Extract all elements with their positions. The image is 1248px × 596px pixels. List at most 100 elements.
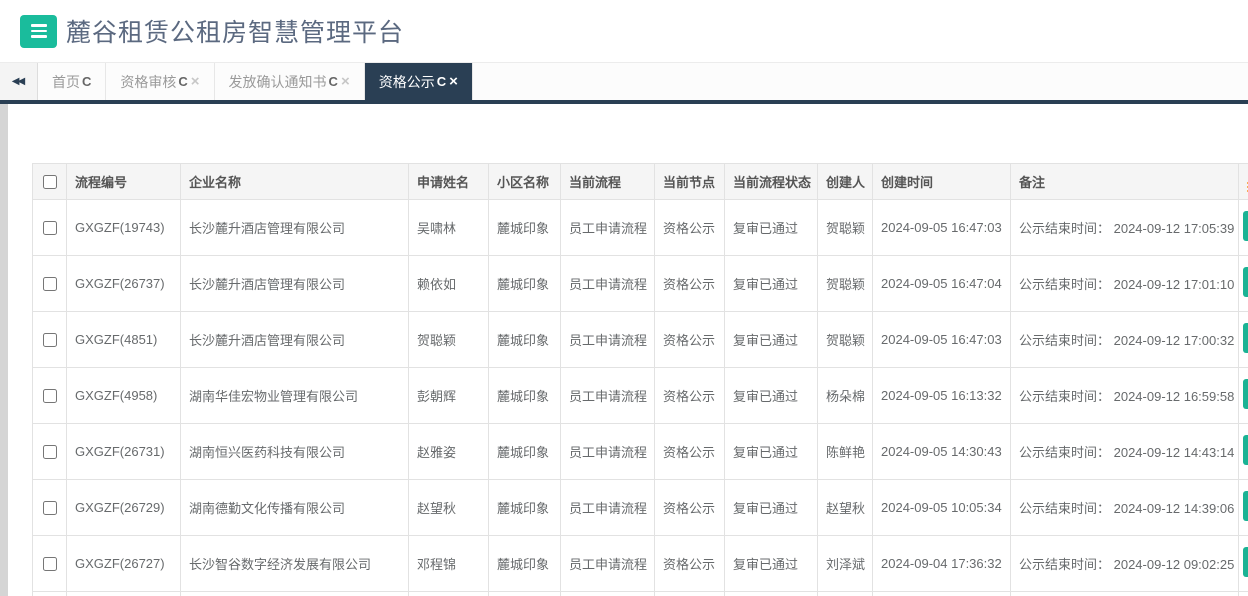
cell-applicant: 赖依如 [408, 255, 489, 312]
cell-actions [1238, 255, 1248, 312]
cell-company: 长沙麓升酒店管理有限公司 [180, 255, 409, 312]
refresh-icon[interactable]: C [437, 74, 446, 89]
row-checkbox[interactable] [42, 501, 57, 516]
cell-flow: 员工申请流程 [560, 367, 655, 424]
row-checkbox[interactable] [42, 557, 57, 572]
tab-1[interactable]: 首页 C [38, 63, 107, 100]
tab-4[interactable]: 资格公示 C × [364, 63, 473, 100]
cell-remark: 公示结束时间： 2024-09-12 16:59:58 [1010, 367, 1239, 424]
close-icon[interactable]: × [191, 73, 200, 90]
collapsed-sidebar-strip [0, 104, 8, 596]
row-action-button[interactable] [1243, 323, 1248, 353]
cell-community: 麓城印象 [488, 199, 561, 256]
tab-2[interactable]: 资格审核 C × [106, 63, 215, 100]
column-header: 流程编号 [66, 163, 181, 200]
cell-applicant: 彭朝辉 [408, 367, 489, 424]
cell-created: 2024-09-05 16:47:03 [872, 311, 1011, 368]
hamburger-bar [30, 35, 47, 38]
cell-company: 湖南恒兴医药科技有限公司 [180, 423, 409, 480]
table-header-row: 流程编号 企业名称 申请姓名 小区名称 当前流程 当前节点 当前流程状态 创建人 创建时间 备注 [32, 163, 1248, 200]
cell-company: 长沙智谷数字经济发展有限公司 [180, 535, 409, 592]
row-checkbox-cell [32, 199, 67, 256]
tab-3[interactable]: 发放确认通知书 C × [215, 63, 365, 100]
cell-applicant: 吴啸林 [408, 199, 489, 256]
cell-empty [180, 591, 409, 596]
cell-creator: 杨朵棉 [817, 367, 873, 424]
cell-community: 麓城印象 [488, 367, 561, 424]
cell-empty [560, 591, 655, 596]
close-icon[interactable]: × [449, 73, 458, 90]
cell-remark: 公示结束时间： 2024-09-12 14:39:06 [1010, 479, 1239, 536]
main-content: 流程编号 企业名称 申请姓名 小区名称 当前流程 当前节点 当前流程状态 创建人 创建时间 备注 … [0, 104, 1248, 596]
cell-empty [1238, 591, 1248, 596]
row-action-button[interactable] [1243, 547, 1248, 577]
app-header: 麓谷租赁公租房智慧管理平台 [0, 0, 1248, 62]
tab-label: 首页 [52, 73, 80, 90]
table-row: GXGZF(4851) 长沙麓升酒店管理有限公司 贺聪颖 麓城印象 员工申请流程 资格公示… [32, 311, 1248, 368]
column-header: 企业名称 [180, 163, 409, 200]
cell-node: 资格公示 [654, 199, 725, 256]
row-checkbox[interactable] [42, 221, 57, 236]
page-title: 麓谷租赁公租房智慧管理平台 [66, 19, 405, 47]
cell-id: GXGZF(26731) [66, 423, 181, 480]
cell-id: GXGZF(26727) [66, 535, 181, 592]
table-row: GXGZF(19743) 长沙麓升酒店管理有限公司 吴啸林 麓城印象 员工申请流程 资格公… [32, 199, 1248, 256]
cell-id: GXGZF(19743) [66, 199, 181, 256]
cell-empty [724, 591, 818, 596]
close-icon[interactable]: × [341, 73, 350, 90]
column-header: 申请姓名 [408, 163, 489, 200]
cell-community: 麓城印象 [488, 479, 561, 536]
cell-community: 麓城印象 [488, 255, 561, 312]
column-header: 备注 [1010, 163, 1239, 200]
cell-company: 湖南德勤文化传播有限公司 [180, 479, 409, 536]
cell-id: GXGZF(4958) [66, 367, 181, 424]
cell-applicant: 贺聪颖 [408, 311, 489, 368]
row-checkbox[interactable] [42, 333, 57, 348]
cell-creator: 赵望秋 [817, 479, 873, 536]
cell-creator: 贺聪颖 [817, 255, 873, 312]
row-action-button[interactable] [1243, 379, 1248, 409]
select-all-cell [32, 163, 67, 200]
cell-remark: 公示结束时间： 2024-09-12 14:43:14 [1010, 423, 1239, 480]
table-row-partial [32, 591, 1248, 596]
row-checkbox[interactable] [42, 389, 57, 404]
table-body: GXGZF(19743) 长沙麓升酒店管理有限公司 吴啸林 麓城印象 员工申请流程 资格公… [32, 199, 1248, 596]
row-action-button[interactable] [1243, 435, 1248, 465]
cell-remark: 公示结束时间： 2024-09-12 17:01:10 [1010, 255, 1239, 312]
cell-remark: 公示结束时间： 2024-09-12 17:05:39 [1010, 199, 1239, 256]
row-checkbox-cell [32, 479, 67, 536]
tab-label: 资格公示 [378, 73, 435, 90]
cell-empty [1010, 591, 1239, 596]
cell-flow: 员工申请流程 [560, 479, 655, 536]
cell-node: 资格公示 [654, 311, 725, 368]
cell-actions [1238, 535, 1248, 592]
tabs-collapse-icon[interactable]: ◀◀ [0, 63, 38, 100]
cell-applicant: 赵雅姿 [408, 423, 489, 480]
cell-id: GXGZF(4851) [66, 311, 181, 368]
cell-community: 麓城印象 [488, 311, 561, 368]
cell-actions [1238, 311, 1248, 368]
cell-remark: 公示结束时间： 2024-09-12 17:00:32 [1010, 311, 1239, 368]
row-checkbox[interactable] [42, 277, 57, 292]
row-action-button[interactable] [1243, 211, 1248, 241]
cell-status: 复审已通过 [724, 311, 818, 368]
select-all-checkbox[interactable] [42, 175, 57, 190]
hamburger-bar [30, 29, 47, 33]
actions-column-header [1238, 163, 1248, 200]
cell-empty [32, 591, 67, 596]
records-table-wrap: 流程编号 企业名称 申请姓名 小区名称 当前流程 当前节点 当前流程状态 创建人 创建时间 备注 … [32, 163, 1248, 596]
cell-empty [872, 591, 1011, 596]
refresh-icon[interactable]: C [178, 74, 187, 89]
cell-creator: 陈鲜艳 [817, 423, 873, 480]
cell-flow: 员工申请流程 [560, 311, 655, 368]
cell-company: 湖南华佳宏物业管理有限公司 [180, 367, 409, 424]
menu-toggle-icon[interactable] [20, 14, 57, 48]
refresh-icon[interactable]: C [82, 74, 91, 89]
table-row: GXGZF(26727) 长沙智谷数字经济发展有限公司 邓程锦 麓城印象 员工申请流程资… [32, 535, 1248, 592]
refresh-icon[interactable]: C [329, 74, 338, 89]
cell-applicant: 邓程锦 [408, 535, 489, 592]
row-action-button[interactable] [1243, 491, 1248, 521]
row-checkbox[interactable] [42, 445, 57, 460]
row-action-button[interactable] [1243, 267, 1248, 297]
row-checkbox-cell [32, 311, 67, 368]
